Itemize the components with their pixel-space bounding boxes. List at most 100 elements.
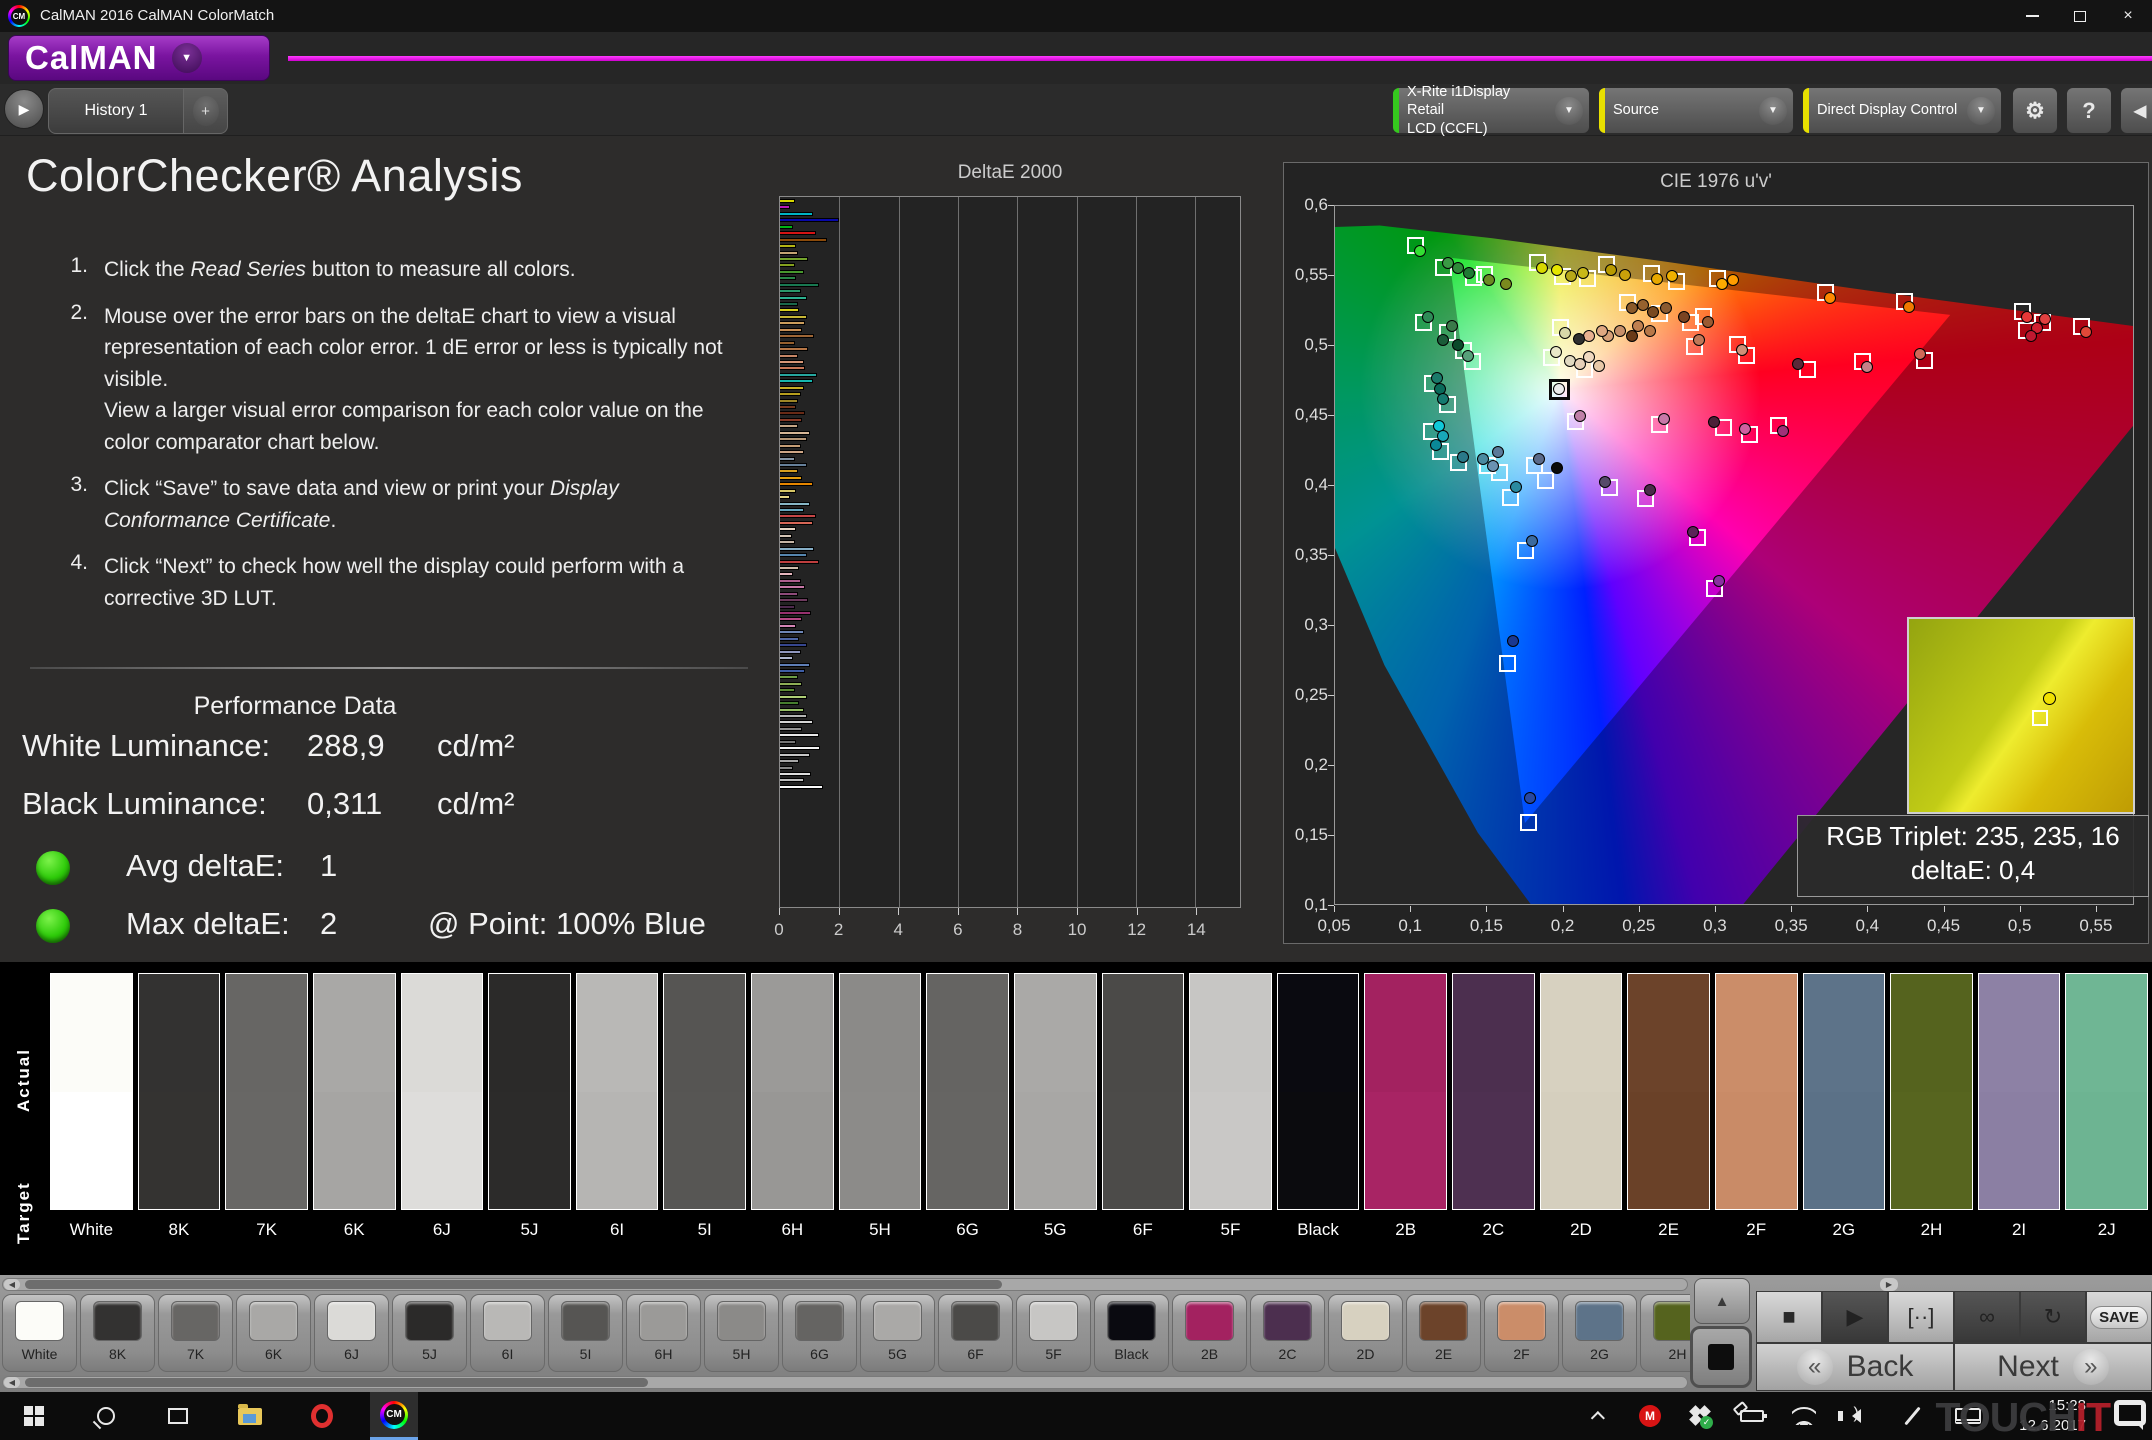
comparator-patch-5G[interactable]: 5G — [1014, 973, 1097, 1240]
patch-button-5F[interactable]: 5F — [1016, 1294, 1091, 1372]
comparator-patch-2E[interactable]: 2E — [1627, 973, 1710, 1240]
deltae-bar[interactable] — [780, 740, 796, 744]
deltae-bar[interactable] — [780, 598, 808, 602]
calman-taskbar-button[interactable]: CM — [370, 1392, 418, 1440]
deltae-bar[interactable] — [780, 637, 799, 641]
network-tray-icon[interactable] — [1782, 1392, 1826, 1440]
patch-button-White[interactable]: White — [2, 1294, 77, 1372]
deltae-bar[interactable] — [780, 733, 819, 737]
bottom-scrollbar[interactable]: ◀ — [2, 1376, 1688, 1389]
source-dropdown[interactable]: Source ▼ — [1598, 87, 1794, 134]
comparator-patch-2D[interactable]: 2D — [1540, 973, 1623, 1240]
comparator-patch-2I[interactable]: 2I — [1978, 973, 2061, 1240]
deltae-bar[interactable] — [780, 205, 790, 209]
comparator-patch-2B[interactable]: 2B — [1364, 973, 1447, 1240]
deltae-bar[interactable] — [780, 714, 807, 718]
deltae-bar[interactable] — [780, 251, 798, 255]
deltae-bar[interactable] — [780, 315, 807, 319]
add-tab-button[interactable]: + — [184, 88, 228, 134]
deltae-bar[interactable] — [780, 560, 819, 564]
patch-button-5G[interactable]: 5G — [860, 1294, 935, 1372]
patch-button-2H[interactable]: 2H — [1640, 1294, 1690, 1372]
deltae-bar[interactable] — [780, 624, 796, 628]
deltae-bar[interactable] — [780, 701, 799, 705]
deltae-bar[interactable] — [780, 772, 811, 776]
comparator-patch-5F[interactable]: 5F — [1189, 973, 1272, 1240]
deltae-bar[interactable] — [780, 785, 823, 789]
deltae-bar[interactable] — [780, 521, 813, 525]
stop-button[interactable]: ■ — [1756, 1291, 1822, 1343]
deltae-bar[interactable] — [780, 650, 801, 654]
deltae-bar[interactable] — [780, 746, 820, 750]
deltae-bar[interactable] — [780, 334, 814, 338]
deltae-bar[interactable] — [780, 321, 805, 325]
comparator-patch-6J[interactable]: 6J — [401, 973, 484, 1240]
deltae-bar[interactable] — [780, 566, 799, 570]
opera-button[interactable] — [298, 1392, 346, 1440]
patch-button-2E[interactable]: 2E — [1406, 1294, 1481, 1372]
patch-button-2C[interactable]: 2C — [1250, 1294, 1325, 1372]
deltae-bar[interactable] — [780, 540, 795, 544]
deltae-bar[interactable] — [780, 675, 798, 679]
deltae-bar[interactable] — [780, 276, 796, 280]
deltae-bar[interactable] — [780, 605, 795, 609]
patch-button-5J[interactable]: 5J — [392, 1294, 467, 1372]
deltae-bar[interactable] — [780, 753, 810, 757]
continuous-read-button[interactable]: ∞ — [1954, 1291, 2020, 1343]
deltae-bar[interactable] — [780, 489, 796, 493]
top-scrollbar[interactable]: ◀ — [2, 1278, 1688, 1291]
deltae-bar[interactable] — [780, 212, 813, 216]
deltae-bar[interactable] — [780, 437, 807, 441]
patch-button-2B[interactable]: 2B — [1172, 1294, 1247, 1372]
deltae-bar[interactable] — [780, 463, 807, 467]
comparator-patch-6K[interactable]: 6K — [313, 973, 396, 1240]
task-view-button[interactable] — [154, 1392, 202, 1440]
refresh-button[interactable]: ↻ — [2020, 1291, 2086, 1343]
scrollbar-thumb[interactable] — [25, 1378, 648, 1387]
file-explorer-button[interactable] — [226, 1392, 274, 1440]
deltae-bar[interactable] — [780, 450, 804, 454]
power-tray-icon[interactable] — [1730, 1392, 1774, 1440]
deltae-bar[interactable] — [780, 553, 807, 557]
deltae-bar[interactable] — [780, 418, 802, 422]
minimize-button[interactable] — [2008, 0, 2056, 32]
deltae-bar[interactable] — [780, 611, 811, 615]
deltae-bar[interactable] — [780, 508, 804, 512]
deltae-bar[interactable] — [780, 263, 795, 267]
patch-button-8K[interactable]: 8K — [80, 1294, 155, 1372]
deltae-bar[interactable] — [780, 347, 808, 351]
comparator-patch-8K[interactable]: 8K — [138, 973, 221, 1240]
comparator-patch-6I[interactable]: 6I — [576, 973, 659, 1240]
scroll-right-icon[interactable]: ▶ — [1880, 1278, 1898, 1291]
pattern-window-button[interactable] — [1690, 1326, 1752, 1388]
comparator-patch-5H[interactable]: 5H — [839, 973, 922, 1240]
comparator-patch-2C[interactable]: 2C — [1452, 973, 1535, 1240]
deltae-bar[interactable] — [780, 244, 796, 248]
deltae-bar[interactable] — [780, 283, 819, 287]
comparator-patch-5I[interactable]: 5I — [663, 973, 746, 1240]
deltae-bar[interactable] — [780, 341, 795, 345]
deltae-bar[interactable] — [780, 238, 827, 242]
patch-button-2F[interactable]: 2F — [1484, 1294, 1559, 1372]
comparator-patch-6H[interactable]: 6H — [751, 973, 834, 1240]
deltae-bar[interactable] — [780, 231, 816, 235]
deltae-bar[interactable] — [780, 682, 802, 686]
deltae-bar[interactable] — [780, 585, 805, 589]
deltae-bar[interactable] — [780, 257, 808, 261]
tray-expand-button[interactable] — [1580, 1392, 1620, 1440]
patch-button-7K[interactable]: 7K — [158, 1294, 233, 1372]
deltae-bar[interactable] — [780, 482, 813, 486]
deltae-bar[interactable] — [780, 308, 799, 312]
scroll-up-button[interactable]: ▲ — [1694, 1278, 1750, 1324]
search-button[interactable] — [82, 1392, 130, 1440]
patch-button-6F[interactable]: 6F — [938, 1294, 1013, 1372]
display-control-dropdown[interactable]: Direct Display Control ▼ — [1802, 87, 2002, 134]
deltae-bar[interactable] — [780, 688, 795, 692]
play-button[interactable]: ▶ — [1822, 1291, 1888, 1343]
comparator-patch-2F[interactable]: 2F — [1715, 973, 1798, 1240]
deltae-bar[interactable] — [780, 289, 801, 293]
deltae-bar[interactable] — [780, 411, 805, 415]
deltae-bar[interactable] — [780, 720, 813, 724]
mega-tray-icon[interactable]: M — [1630, 1392, 1670, 1440]
deltae-bar[interactable] — [780, 759, 799, 763]
